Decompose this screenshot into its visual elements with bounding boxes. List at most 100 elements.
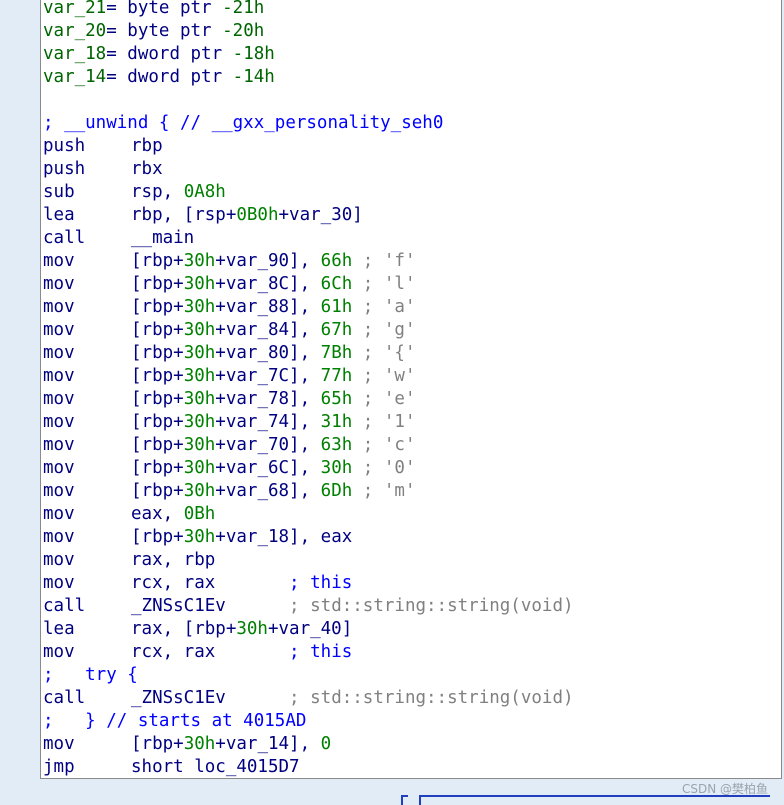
stack-var-line[interactable]: var_20= byte ptr -20h [43,20,781,43]
number: 0A8h [183,182,226,202]
instruction-line[interactable]: lea rbp, [rsp+0B0h+var_30] [43,204,781,227]
instruction-line[interactable]: call _ZNSsC1Ev ; std::string::string(void… [43,595,781,618]
operand: _ZNSsC1Ev [131,688,290,708]
instruction-line[interactable]: mov [rbp+30h+var_68], 6Dh ; 'm' [43,480,781,503]
number: 0B0h [236,205,279,225]
unwind-comment-text: ; __unwind { // __gxx_personality_seh0 [43,113,444,133]
stack-var-line[interactable]: var_14= dword ptr -14h [43,66,781,89]
var-eq: = [106,44,128,64]
operand: [rbp+ [131,366,184,386]
operand: rax, [rbp+ [131,619,237,639]
watermark-text: CSDN @樊柏鱼 [681,782,768,796]
number: 66h [320,251,353,271]
try-comment: ; } // starts at 4015AD [43,711,307,731]
operand: eax, [131,504,184,524]
mnemonic: jmp [43,757,75,777]
mnemonic: mov [43,504,75,524]
operand-var: +var_68], [215,481,321,501]
mnemonic: mov [43,734,75,754]
instruction-line[interactable]: mov [rbp+30h+var_70], 63h ; 'c' [43,434,781,457]
mnemonic: lea [43,619,75,639]
operand: [rbp+ [131,343,184,363]
number: 77h [320,366,353,386]
unwind-comment: ; __unwind { // __gxx_personality_seh0 [43,112,781,135]
char-comment: ; 'c' [352,435,416,455]
instruction-line[interactable]: mov [rbp+30h+var_14], 0 [43,733,781,756]
mnemonic: mov [43,274,75,294]
instruction-line[interactable]: mov [rbp+30h+var_18], eax [43,526,781,549]
operand: rcx, rax [131,573,290,593]
instruction-line[interactable]: mov [rbp+30h+var_7C], 77h ; 'w' [43,365,781,388]
operand-tail: +var_18], eax [215,527,353,547]
mnemonic: call [43,596,86,616]
number: 67h [320,320,353,340]
code-listing: var_21= byte ptr -21h var_20= byte ptr -2… [43,0,781,778]
var-kind: dword ptr [127,44,233,64]
disassembly-graph-node[interactable]: var_21= byte ptr -21h var_20= byte ptr -2… [40,0,782,779]
instruction-line[interactable]: call __main [43,227,781,250]
number: 30h [183,274,216,294]
this-comment: ; this [289,642,353,662]
operand: rbp, [rsp+ [131,205,237,225]
number: 30h [183,343,216,363]
instruction-line[interactable]: mov eax, 0Bh [43,503,781,526]
instruction-line[interactable]: mov [rbp+30h+var_84], 67h ; 'g' [43,319,781,342]
operand: rbp [131,136,163,156]
operand: rax, rbp [131,550,216,570]
instruction-line[interactable]: call _ZNSsC1Ev ; std::string::string(void… [43,687,781,710]
operand-var: +var_78], [215,389,321,409]
operand: rcx, rax [131,642,290,662]
number: 6Ch [320,274,353,294]
this-comment: ; this [289,573,353,593]
try-comment: ; try { [43,665,138,685]
stack-var-line[interactable]: var_21= byte ptr -21h [43,0,781,20]
var-name: var_18 [43,44,107,64]
instruction-line[interactable]: mov rax, rbp [43,549,781,572]
instruction-line[interactable]: mov [rbp+30h+var_78], 65h ; 'e' [43,388,781,411]
operand-tail: +var_30] [278,205,363,225]
instruction-line[interactable]: sub rsp, 0A8h [43,181,781,204]
operand: [rbp+ [131,389,184,409]
operand-tail: +var_40] [267,619,353,639]
instruction-line[interactable]: mov [rbp+30h+var_88], 61h ; 'a' [43,296,781,319]
comment-line: ; try { [43,664,781,687]
number: 30h [183,527,216,547]
var-eq: = [106,67,128,87]
operand: [rbp+ [131,481,184,501]
instruction-line[interactable]: mov [rbp+30h+var_80], 7Bh ; '{' [43,342,781,365]
operand-var: +var_7C], [215,366,321,386]
instruction-line[interactable]: mov rcx, rax ; this [43,641,781,664]
func-comment: ; std::string::string(void) [289,596,574,616]
number: 7Bh [320,343,353,363]
instruction-line[interactable]: push rbx [43,158,781,181]
instruction-line[interactable]: mov [rbp+30h+var_6C], 30h ; '0' [43,457,781,480]
char-comment: ; '0' [352,458,416,478]
stack-var-line[interactable]: var_18= dword ptr -18h [43,43,781,66]
mnemonic: mov [43,527,75,547]
number: 30h [183,320,216,340]
instruction-line[interactable]: jmp short loc_4015D7 [43,756,781,778]
mnemonic: mov [43,389,75,409]
operand-var: +var_8C], [215,274,321,294]
operand: [rbp+ [131,412,184,432]
operand: [rbp+ [131,458,184,478]
mnemonic: push [43,159,86,179]
number: 30h [183,366,216,386]
operand-var: +var_74], [215,412,321,432]
instruction-line[interactable]: mov [rbp+30h+var_8C], 6Ch ; 'l' [43,273,781,296]
operand: rbx [131,159,163,179]
instruction-line[interactable]: push rbp [43,135,781,158]
number: 30h [183,297,216,317]
instruction-line[interactable]: mov [rbp+30h+var_74], 31h ; '1' [43,411,781,434]
instruction-line[interactable]: mov [rbp+30h+var_90], 66h ; 'f' [43,250,781,273]
mnemonic: mov [43,573,75,593]
operand: rsp, [131,182,184,202]
mnemonic: lea [43,205,75,225]
func-comment: ; std::string::string(void) [289,688,574,708]
operand-var: +var_80], [215,343,321,363]
instruction-line[interactable]: mov rcx, rax ; this [43,572,781,595]
number: 0 [320,734,332,754]
number: 30h [236,619,268,639]
operand-var: +var_88], [215,297,321,317]
instruction-line[interactable]: lea rax, [rbp+30h+var_40] [43,618,781,641]
